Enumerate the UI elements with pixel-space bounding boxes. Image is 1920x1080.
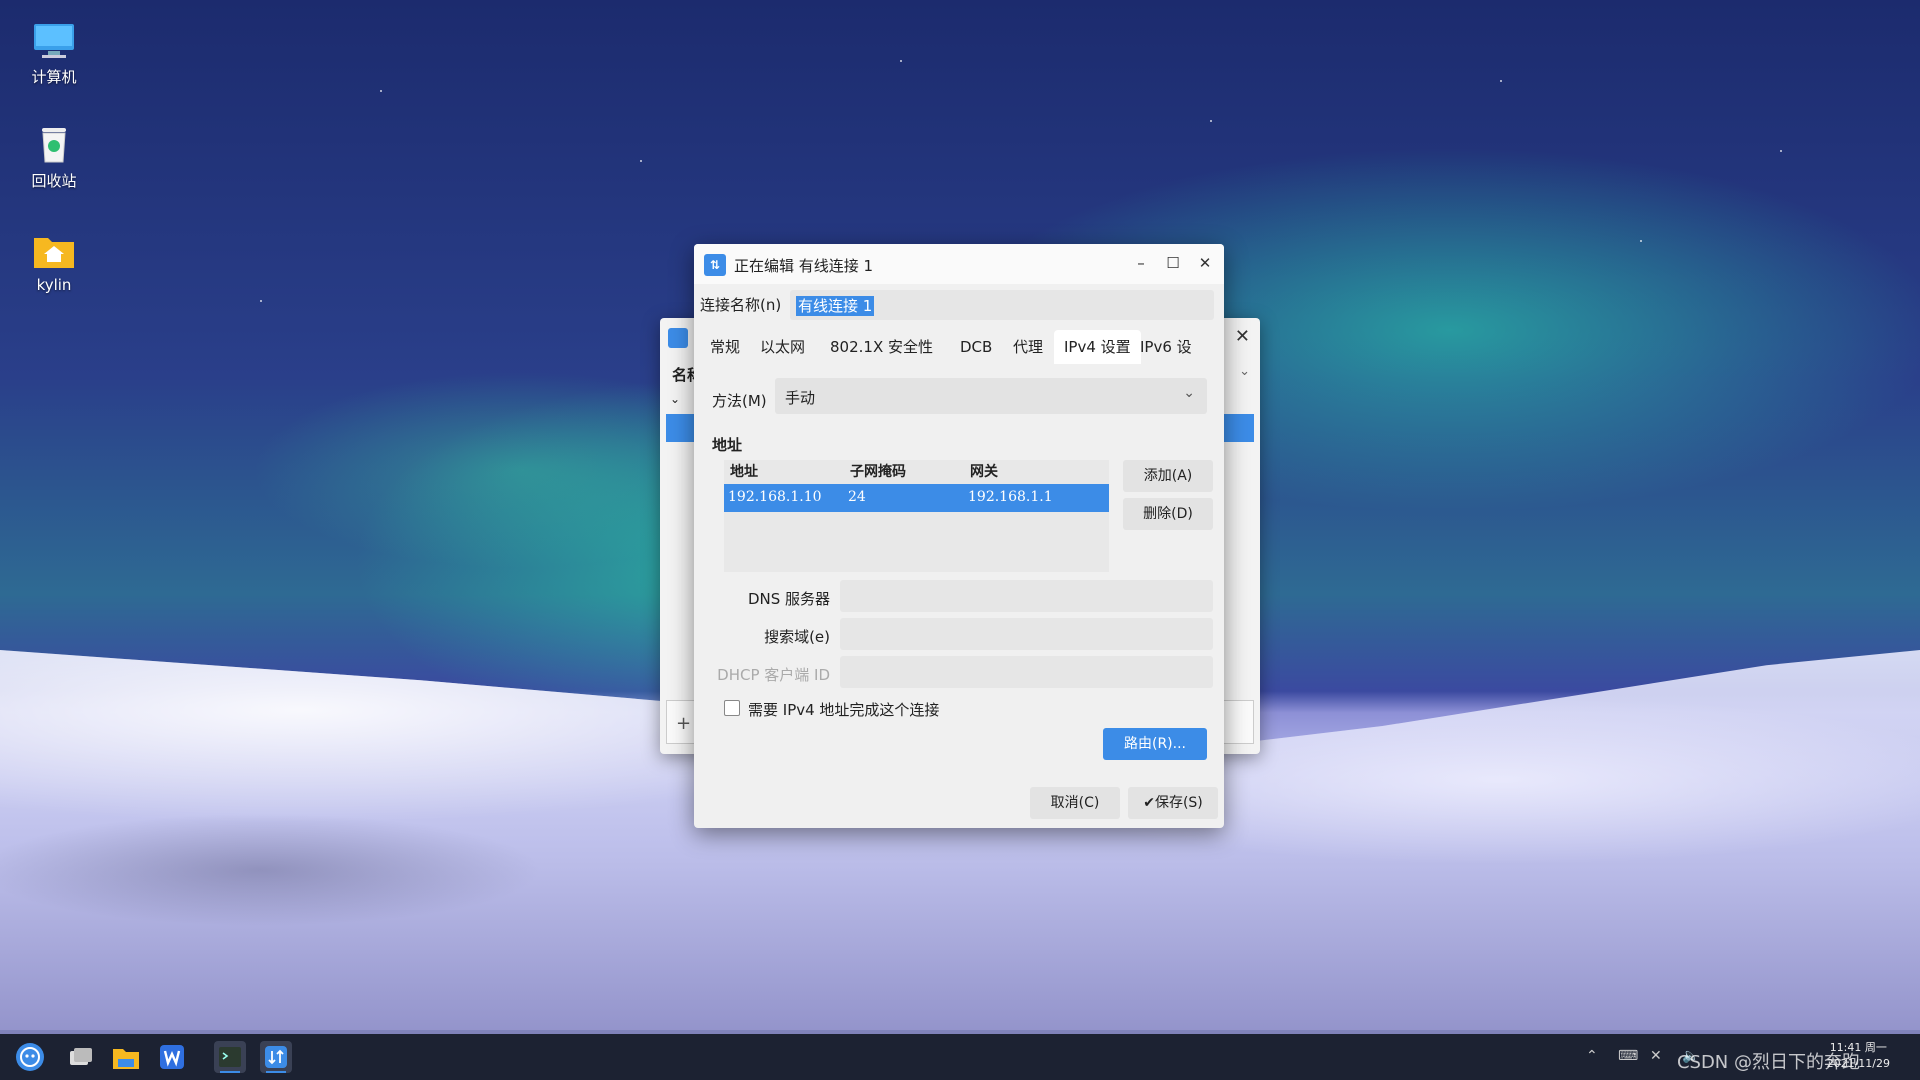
network-editor-icon[interactable]	[260, 1041, 292, 1073]
cancel-button[interactable]: 取消(C)	[1030, 787, 1120, 819]
require-ipv4-label: 需要 IPv4 地址完成这个连接	[748, 701, 940, 719]
method-label: 方法(M)	[712, 392, 767, 410]
tab-ipv4-settings[interactable]: IPv4 设置	[1054, 330, 1141, 364]
search-domains-label: 搜索域(e)	[764, 628, 830, 646]
add-address-button[interactable]: 添加(A)	[1123, 460, 1213, 492]
network-app-icon	[668, 328, 688, 348]
star	[1640, 240, 1642, 242]
tab-ipv6-settings[interactable]: IPv6 设置	[1130, 330, 1214, 390]
chevron-down-icon[interactable]: ⌄	[670, 392, 680, 406]
address-section-title: 地址	[712, 436, 743, 454]
star	[380, 90, 382, 92]
column-header-gateway[interactable]: 网关	[970, 460, 998, 484]
close-icon[interactable]: ✕	[1235, 326, 1250, 347]
require-ipv4-checkbox[interactable]	[724, 700, 740, 716]
connection-name-row: 连接名称(n) 有线连接 1	[694, 288, 1224, 320]
connection-name-value: 有线连接 1	[796, 296, 875, 316]
star	[900, 60, 902, 62]
method-value: 手动	[785, 389, 816, 407]
dns-servers-input[interactable]	[840, 580, 1213, 612]
maximize-icon[interactable]: ☐	[1162, 252, 1184, 274]
desktop-icon-trash[interactable]: 回收站	[22, 124, 86, 191]
delete-address-button[interactable]: 删除(D)	[1123, 498, 1213, 530]
network-icon[interactable]: ✕	[1650, 1048, 1662, 1064]
desktop-icon-label: 计算机	[31, 68, 77, 86]
star	[640, 160, 642, 162]
dhcp-client-id-label: DHCP 客户端 ID	[717, 666, 830, 684]
active-indicator	[220, 1071, 240, 1073]
table-row[interactable]: 192.168.1.10 24 192.168.1.1	[724, 484, 1109, 512]
keyboard-icon[interactable]: ⌨	[1618, 1048, 1638, 1064]
minimize-icon[interactable]: –	[1130, 252, 1152, 274]
save-button[interactable]: ✔保存(S)	[1128, 787, 1218, 819]
connection-name-input[interactable]: 有线连接 1	[790, 290, 1214, 320]
titlebar: ⇅ 正在编辑 有线连接 1 – ☐ ✕	[694, 244, 1224, 284]
cell-gateway: 192.168.1.1	[968, 489, 1053, 505]
column-header-netmask[interactable]: 子网掩码	[850, 460, 906, 484]
chevron-down-icon: ⌄	[1183, 385, 1195, 401]
tab-general[interactable]: 常规	[700, 330, 750, 364]
tab-ethernet[interactable]: 以太网	[750, 330, 815, 364]
add-connection-button[interactable]: +	[676, 713, 691, 734]
dialog-title: 正在编辑 有线连接 1	[734, 257, 874, 275]
star	[1210, 120, 1212, 122]
column-header-address[interactable]: 地址	[730, 460, 758, 484]
chevron-up-icon[interactable]: ⌃	[1586, 1048, 1598, 1064]
desktop-icon-label: kylin	[36, 276, 72, 294]
computer-icon	[32, 20, 76, 60]
routes-button[interactable]: 路由(R)...	[1103, 728, 1207, 760]
method-select[interactable]: 手动 ⌄	[775, 378, 1207, 414]
cell-address: 192.168.1.10	[728, 489, 822, 505]
ipv4-settings-panel: 方法(M) 手动 ⌄ 地址 地址 子网掩码 网关 192.168.1.10 24…	[700, 364, 1214, 772]
clock-date: 2021/11/29	[1826, 1057, 1890, 1070]
clock-time: 11:41 周一	[1829, 1041, 1887, 1054]
wps-writer-icon[interactable]	[156, 1041, 188, 1073]
dhcp-client-id-input[interactable]	[840, 656, 1213, 688]
cell-netmask: 24	[848, 489, 866, 505]
tab-dcb[interactable]: DCB	[950, 330, 1002, 364]
trash-icon	[32, 124, 76, 164]
star	[1780, 150, 1782, 152]
taskbar: ⌃ ⌨ ✕ 🔈 CSDN @烈日下的奔跑 11:41 周一 2021/11/29	[0, 1034, 1920, 1080]
tab-bar: 常规 以太网 802.1X 安全性 DCB 代理 IPv4 设置 IPv6 设置	[700, 330, 1214, 390]
start-menu-button[interactable]	[14, 1041, 46, 1073]
tab-8021x-security[interactable]: 802.1X 安全性	[820, 330, 943, 364]
desktop-icon-label: 回收站	[31, 172, 77, 190]
active-indicator	[266, 1071, 286, 1073]
file-manager-icon[interactable]	[110, 1041, 142, 1073]
desktop-icon-home[interactable]: kylin	[22, 230, 86, 294]
edit-connection-dialog: ⇅ 正在编辑 有线连接 1 – ☐ ✕ 连接名称(n) 有线连接 1 常规 以太…	[694, 244, 1224, 828]
chevron-down-icon[interactable]: ⌄	[1239, 364, 1250, 379]
clock[interactable]: 11:41 周一 2021/11/29	[1827, 1040, 1890, 1072]
connection-name-label: 连接名称(n)	[700, 296, 782, 314]
tab-proxy[interactable]: 代理	[1003, 330, 1053, 364]
desktop-icon-computer[interactable]: 计算机	[22, 20, 86, 87]
star	[260, 300, 262, 302]
dns-servers-label: DNS 服务器	[747, 590, 830, 608]
search-domains-input[interactable]	[840, 618, 1213, 650]
network-app-icon: ⇅	[704, 254, 726, 276]
star	[1500, 80, 1502, 82]
close-icon[interactable]: ✕	[1194, 252, 1216, 274]
multitask-view-icon[interactable]	[64, 1041, 96, 1073]
home-folder-icon	[32, 230, 76, 270]
address-table: 地址 子网掩码 网关 192.168.1.10 24 192.168.1.1	[724, 460, 1109, 572]
terminal-icon[interactable]	[214, 1041, 246, 1073]
